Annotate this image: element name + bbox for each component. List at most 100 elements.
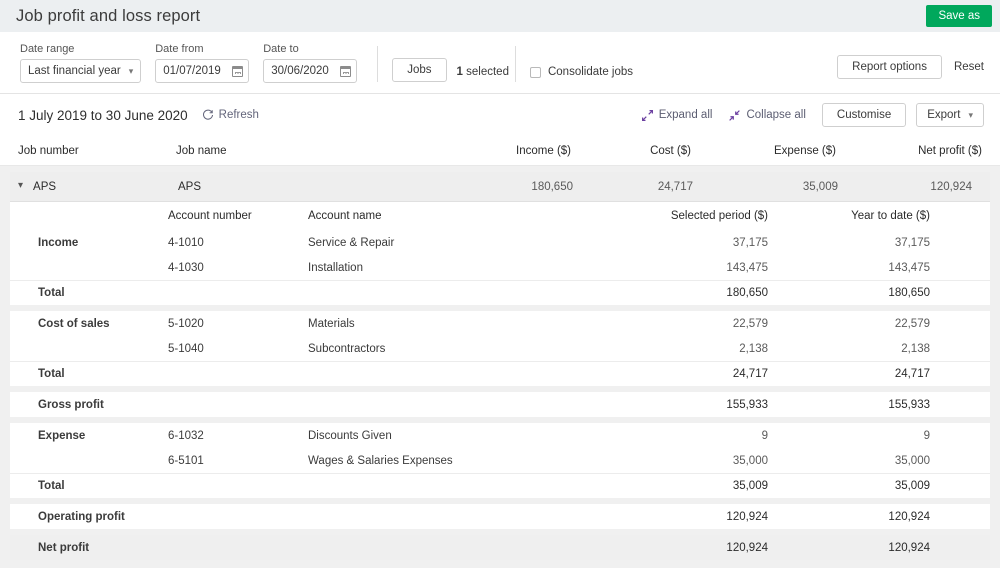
date-to-input[interactable]: 30/06/2020 [263, 59, 358, 83]
column-header-cost: Cost ($) [650, 144, 691, 157]
report-sheet: ▾ APS APS 180,650 24,717 35,009 120,924 … [0, 166, 1000, 568]
job-number-cell: ▾ APS [18, 180, 178, 193]
table-row[interactable]: Expense 6-1032 Discounts Given 9 9 [10, 423, 990, 448]
expand-all-icon [641, 109, 653, 121]
collapse-all-label: Collapse all [746, 109, 806, 121]
total-year-to-date: 180,650 [888, 287, 930, 299]
table-row[interactable]: 6-5101 Wages & Salaries Expenses 35,000 … [10, 448, 990, 473]
column-header-expense: Expense ($) [773, 144, 836, 157]
date-range-field: Date range Last financial year ▾ [20, 43, 142, 83]
section-label: Income [38, 236, 79, 249]
reset-link[interactable]: Reset [954, 61, 984, 73]
collapse-all-button[interactable]: Collapse all [728, 109, 806, 122]
table-row[interactable]: 5-1040 Subcontractors 2,138 2,138 [10, 336, 990, 361]
account-name: Discounts Given [308, 429, 392, 442]
gross-profit-selected-period: 155,933 [726, 398, 768, 411]
date-from-value: 01/07/2019 [163, 65, 221, 77]
total-label: Total [38, 287, 65, 299]
report-date-range-title: 1 July 2019 to 30 June 2020 [18, 107, 188, 123]
table-row[interactable]: 4-1030 Installation 143,475 143,475 [10, 255, 990, 280]
customise-button[interactable]: Customise [821, 103, 907, 127]
column-header-year-to-date: Year to date ($) [851, 210, 930, 222]
date-range-label: Date range [20, 43, 75, 55]
section-total-row: Total 24,717 24,717 [10, 361, 990, 386]
table-row[interactable]: Income 4-1010 Service & Repair 37,175 37… [10, 230, 990, 255]
selected-period-value: 22,579 [732, 317, 768, 330]
section-label: Cost of sales [38, 317, 110, 330]
job-summary-row[interactable]: ▾ APS APS 180,650 24,717 35,009 120,924 [10, 172, 990, 202]
operating-profit-row: Operating profit 120,924 120,924 [10, 504, 990, 529]
title-bar: Job profit and loss report Save as [0, 0, 1000, 32]
account-name: Installation [308, 261, 363, 274]
report-options-button[interactable]: Report options [837, 55, 942, 79]
report-toolbar: 1 July 2019 to 30 June 2020 Refresh Expa… [0, 94, 1000, 136]
gross-profit-label: Gross profit [38, 398, 104, 411]
chevron-down-icon: ▾ [968, 109, 973, 120]
net-profit-row: Net profit 120,924 120,924 [10, 535, 990, 560]
total-selected-period: 180,650 [726, 287, 768, 299]
divider [377, 46, 379, 82]
job-net-profit-cell: 120,924 [930, 180, 972, 193]
checkbox-icon[interactable] [529, 66, 541, 78]
collapse-all-icon [729, 109, 741, 121]
refresh-button[interactable]: Refresh [202, 109, 259, 121]
calendar-icon[interactable] [232, 65, 244, 77]
account-name: Subcontractors [308, 342, 386, 355]
chevron-down-icon: ▾ [128, 65, 134, 76]
operating-profit-selected-period: 120,924 [726, 510, 768, 523]
account-number: 4-1010 [168, 236, 204, 249]
account-name: Wages & Salaries Expenses [308, 454, 453, 467]
consolidate-jobs-label: Consolidate jobs [547, 66, 634, 78]
date-to-field: Date to 30/06/2020 [263, 43, 358, 83]
column-header-selected-period: Selected period ($) [670, 210, 768, 222]
date-range-select[interactable]: Last financial year ▾ [20, 59, 142, 83]
operating-profit-year-to-date: 120,924 [888, 510, 930, 523]
year-to-date-value: 143,475 [888, 261, 930, 274]
account-number: 6-1032 [168, 429, 204, 442]
total-label: Total [38, 368, 65, 380]
column-header-income: Income ($) [516, 144, 571, 157]
job-name-cell: APS [178, 180, 202, 193]
jobs-button[interactable]: Jobs [392, 58, 447, 82]
section-total-row: Total 180,650 180,650 [10, 280, 990, 305]
consolidate-jobs-checkbox[interactable]: Consolidate jobs [529, 66, 634, 78]
table-header-row: Job number Job name Income ($) Cost ($) … [0, 136, 1000, 166]
date-to-label: Date to [263, 43, 299, 55]
total-year-to-date: 24,717 [894, 368, 930, 380]
net-profit-label: Net profit [38, 541, 90, 554]
table-row[interactable]: Cost of sales 5-1020 Materials 22,579 22… [10, 311, 990, 336]
export-button[interactable]: Export ▾ [916, 103, 984, 127]
account-number: 6-5101 [168, 454, 204, 467]
filter-bar-right: Report options Reset [837, 55, 984, 79]
calendar-icon[interactable] [340, 65, 352, 77]
date-from-input[interactable]: 01/07/2019 [155, 59, 250, 83]
job-cost-cell: 24,717 [657, 180, 693, 193]
total-selected-period: 35,009 [732, 480, 768, 492]
column-header-account-name: Account name [308, 210, 382, 222]
gross-profit-year-to-date: 155,933 [888, 398, 930, 411]
save-as-button[interactable]: Save as [926, 5, 992, 27]
filter-bar: Date range Last financial year ▾ Date fr… [0, 32, 1000, 94]
date-to-value: 30/06/2020 [271, 65, 329, 77]
column-header-account-number: Account number [168, 210, 252, 222]
column-header-net-profit: Net profit ($) [918, 144, 982, 157]
section-gross-profit: Gross profit 155,933 155,933 [10, 392, 990, 417]
job-number-value: APS [33, 180, 57, 193]
account-name: Service & Repair [308, 236, 395, 249]
account-number: 4-1030 [168, 261, 204, 274]
column-header-job-name: Job name [176, 144, 227, 157]
account-number: 5-1020 [168, 317, 204, 330]
total-year-to-date: 35,009 [894, 480, 930, 492]
section-total-row: Total 35,009 35,009 [10, 473, 990, 498]
gross-profit-row: Gross profit 155,933 155,933 [10, 392, 990, 417]
expand-all-button[interactable]: Expand all [641, 109, 712, 122]
date-range-value: Last financial year [28, 65, 121, 77]
operating-profit-label: Operating profit [38, 510, 125, 523]
total-label: Total [38, 480, 65, 492]
year-to-date-value: 2,138 [901, 342, 930, 355]
section-cost-of-sales: Cost of sales 5-1020 Materials 22,579 22… [10, 311, 990, 386]
jobs-selected-count: 1 [456, 66, 463, 78]
chevron-down-icon[interactable]: ▾ [18, 180, 23, 191]
column-header-job-number: Job number [18, 144, 79, 157]
selected-period-value: 37,175 [732, 236, 768, 249]
